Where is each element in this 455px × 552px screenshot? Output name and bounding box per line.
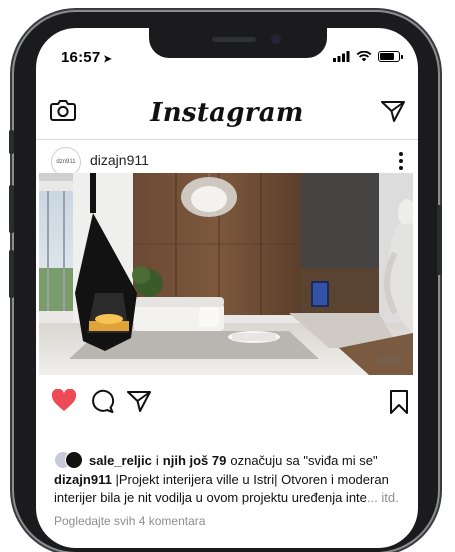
phone-power-button — [437, 205, 442, 275]
post-image[interactable]: dzn911 — [39, 173, 413, 375]
phone-mute-switch — [9, 130, 14, 154]
speaker-grille — [212, 37, 256, 42]
post-username[interactable]: dizajn911 — [90, 152, 149, 168]
instagram-logo: Instagram — [150, 98, 304, 128]
likes-summary: sale_reljic i njih još 79 označuju sa "s… — [54, 451, 414, 469]
liker-avatar-2[interactable] — [65, 451, 83, 469]
app-header: Instagram — [36, 88, 418, 140]
image-watermark: dzn911 — [377, 356, 403, 365]
liker-username[interactable]: sale_reljic — [89, 453, 152, 468]
battery-icon — [378, 51, 403, 62]
view-all-comments-link[interactable]: Pogledajte svih 4 komentara — [54, 514, 205, 528]
share-icon[interactable] — [126, 389, 152, 413]
phone-volume-up-button — [9, 185, 14, 233]
interior-render-image — [39, 173, 413, 375]
avatar-logo-text: dzn911 — [56, 159, 76, 165]
heart-icon[interactable] — [51, 389, 77, 413]
status-time: 16:57 ➤ — [61, 49, 112, 66]
comment-icon[interactable] — [89, 389, 115, 413]
wifi-icon — [356, 51, 372, 62]
caption-more-link[interactable]: ... itd. — [367, 490, 399, 505]
front-camera — [271, 34, 281, 44]
notch — [149, 28, 327, 58]
cellular-signal-icon — [333, 51, 350, 62]
likes-others[interactable]: njih još 79 — [163, 453, 227, 468]
likes-connector: i — [155, 452, 159, 468]
likes-suffix: označuju sa "sviđa mi se" — [230, 452, 378, 468]
post-actions — [39, 382, 413, 422]
post-caption: dizajn911 |Projekt interijera ville u Is… — [54, 471, 399, 507]
status-icons — [333, 51, 403, 62]
caption-username[interactable]: dizajn911 — [54, 472, 112, 487]
more-options-icon[interactable] — [398, 151, 404, 171]
phone-volume-down-button — [9, 250, 14, 298]
location-arrow-icon: ➤ — [103, 54, 112, 65]
status-time-text: 16:57 — [61, 49, 101, 66]
battery-level — [380, 53, 394, 60]
direct-message-icon[interactable] — [380, 99, 406, 123]
bookmark-icon[interactable] — [389, 389, 409, 415]
